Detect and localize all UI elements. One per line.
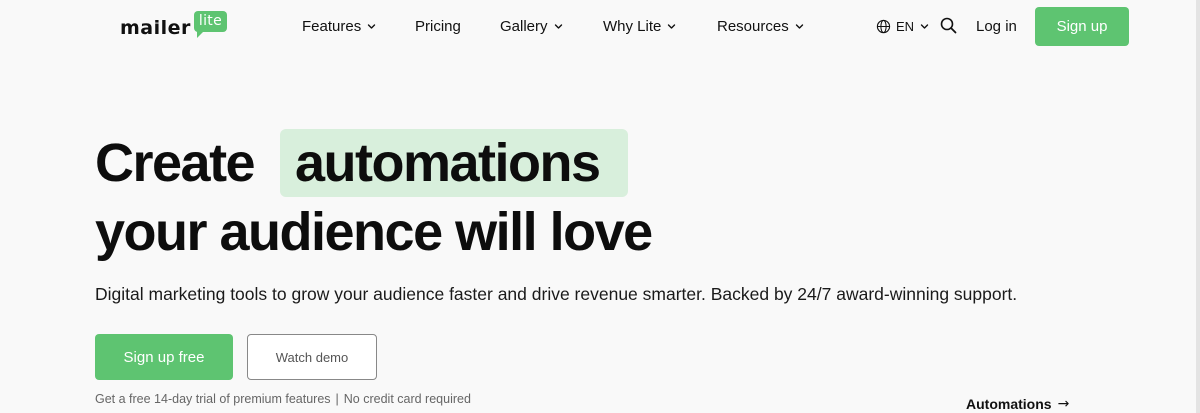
automations-tab-label: Automations (966, 396, 1052, 412)
nav-why-lite[interactable]: Why Lite (603, 16, 676, 36)
signup-button[interactable]: Sign up (1035, 7, 1129, 46)
nav-features-label: Features (302, 17, 362, 35)
nav-gallery[interactable]: Gallery (500, 16, 563, 36)
login-link[interactable]: Log in (976, 16, 1017, 36)
search-icon[interactable] (940, 17, 957, 34)
nav-features[interactable]: Features (302, 16, 376, 36)
hero-subtitle: Digital marketing tools to grow your aud… (95, 284, 1018, 304)
globe-icon (876, 19, 891, 33)
trial-note-text: Get a free 14-day trial of premium featu… (95, 392, 331, 406)
site-header: mailer lite Features Pricing Gallery Why… (0, 0, 1200, 52)
nav-resources-label: Resources (717, 17, 789, 35)
language-selector[interactable]: EN (876, 16, 929, 36)
logo-word: mailer (120, 17, 191, 39)
signup-free-button[interactable]: Sign up free (95, 334, 233, 380)
nav-why-lite-label: Why Lite (603, 17, 662, 35)
nav-pricing[interactable]: Pricing (415, 16, 461, 36)
mailerlite-logo[interactable]: mailer lite (120, 10, 227, 44)
chevron-down-icon (920, 22, 929, 31)
trial-note: Get a free 14-day trial of premium featu… (95, 392, 471, 406)
nav-gallery-label: Gallery (500, 17, 548, 35)
note-separator: | (335, 392, 339, 406)
language-label: EN (896, 18, 915, 34)
chevron-down-icon (795, 22, 804, 31)
chevron-down-icon (554, 22, 563, 31)
chevron-down-icon (667, 22, 676, 31)
watch-demo-button[interactable]: Watch demo (247, 334, 377, 380)
nav-resources[interactable]: Resources (717, 16, 804, 36)
chevron-down-icon (367, 22, 376, 31)
arrow-right-icon: → (1057, 396, 1070, 412)
automations-tab-link[interactable]: Automations → (966, 396, 1069, 412)
nav-pricing-label: Pricing (415, 17, 461, 35)
hero-title-line2: your audience will love (95, 202, 653, 262)
hero-title-part1: Create (95, 133, 256, 193)
logo-badge: lite (193, 11, 227, 38)
page-scrollbar[interactable] (1196, 0, 1200, 413)
no-card-text: No credit card required (343, 392, 471, 406)
hero-title-highlight: automations (295, 133, 601, 193)
